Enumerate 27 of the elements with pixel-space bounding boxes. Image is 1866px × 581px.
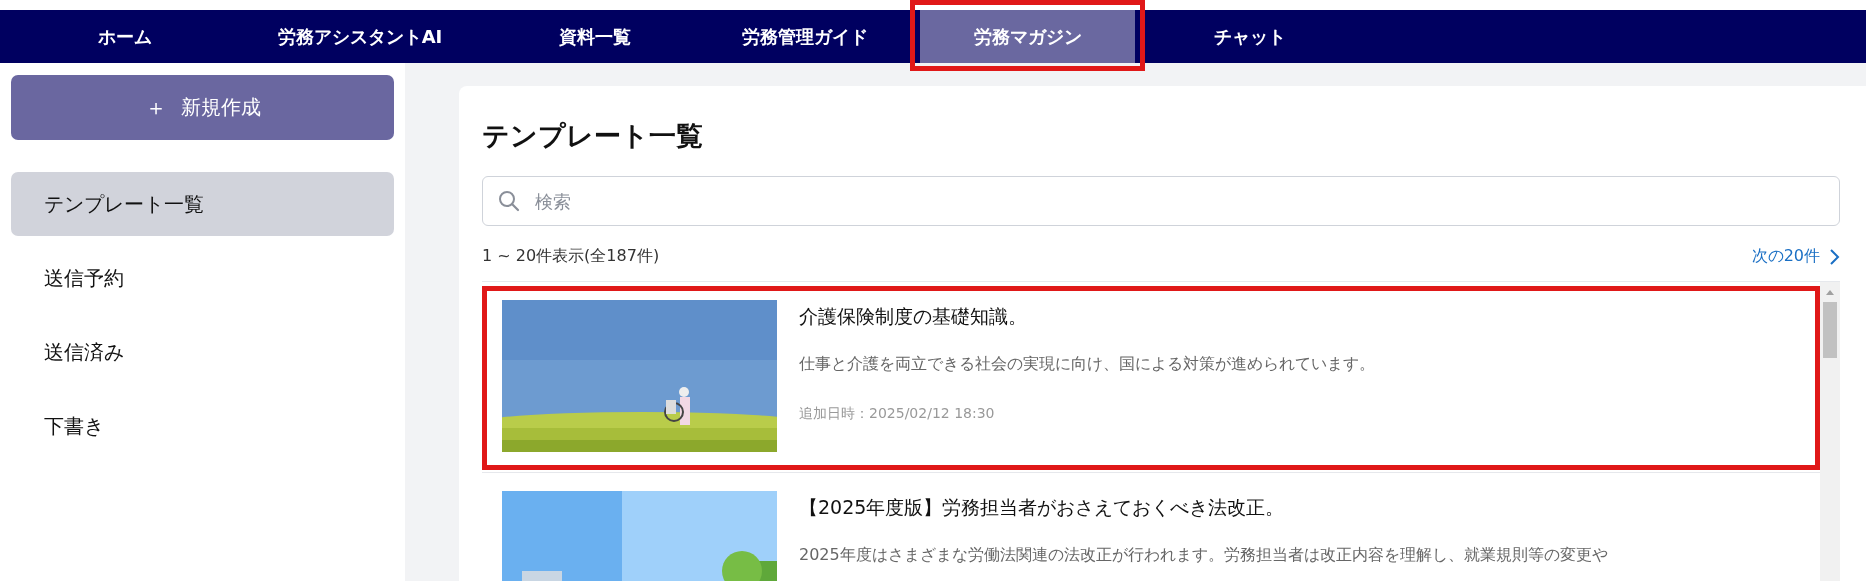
article-description: 2025年度はさまざまな労働法関連の法改正が行われます。労務担当者は改正内容を理解し、就業規則等の変更や — [799, 545, 1608, 566]
article-item[interactable]: 介護保険制度の基礎知識。 仕事と介護を両立できる社会の実現に向け、国による対策が進められています。 追加日時：2025/02/12 18:30 — [482, 282, 1820, 473]
scrollbar-thumb[interactable] — [1823, 302, 1837, 358]
sidebar-item[interactable]: 送信予約 — [11, 246, 394, 310]
scroll-up-arrow-icon[interactable] — [1825, 288, 1835, 296]
nav-tab[interactable]: 資料一覧 — [490, 10, 700, 63]
added-date: 追加日時：2025/02/12 18:30 — [799, 405, 996, 423]
sidebar-item[interactable]: 下書き — [11, 394, 394, 458]
sidebar-item[interactable]: テンプレート一覧 — [11, 172, 394, 236]
nav-tab[interactable]: ホーム — [20, 10, 230, 63]
nav-tab[interactable]: 労務マガジン — [920, 10, 1135, 63]
sidebar-item[interactable]: 送信済み — [11, 320, 394, 384]
plus-icon: ＋ — [144, 92, 167, 123]
scrollbar-track[interactable] — [1820, 282, 1840, 581]
result-count: 1 ~ 20件表示(全187件) — [482, 246, 660, 267]
article-description: 仕事と介護を両立できる社会の実現に向け、国による対策が進められています。 — [799, 354, 1375, 375]
article-title: 介護保険制度の基礎知識。 — [799, 304, 1028, 329]
article-title: 【2025年度版】労務担当者がおさえておくべき法改正。 — [799, 495, 1286, 520]
article-item[interactable]: 【2025年度版】労務担当者がおさえておくべき法改正。 2025年度はさまざまな労働法関連の法改正が行われます。労務担当者は改正内容を理解し、就業規則等の変更や — [482, 473, 1820, 581]
search-field[interactable]: 検索 — [482, 176, 1840, 226]
page-title: テンプレート一覧 — [482, 119, 704, 153]
nav-tab[interactable]: 労務管理ガイド — [700, 10, 910, 63]
nav-tab[interactable]: 労務アシスタントAI — [230, 10, 490, 63]
new-button[interactable]: ＋ 新規作成 — [11, 75, 394, 140]
nav-tab[interactable]: チャット — [1145, 10, 1355, 63]
chevron-right-icon — [1828, 247, 1840, 266]
next-page-link[interactable]: 次の20件 — [1751, 246, 1840, 267]
